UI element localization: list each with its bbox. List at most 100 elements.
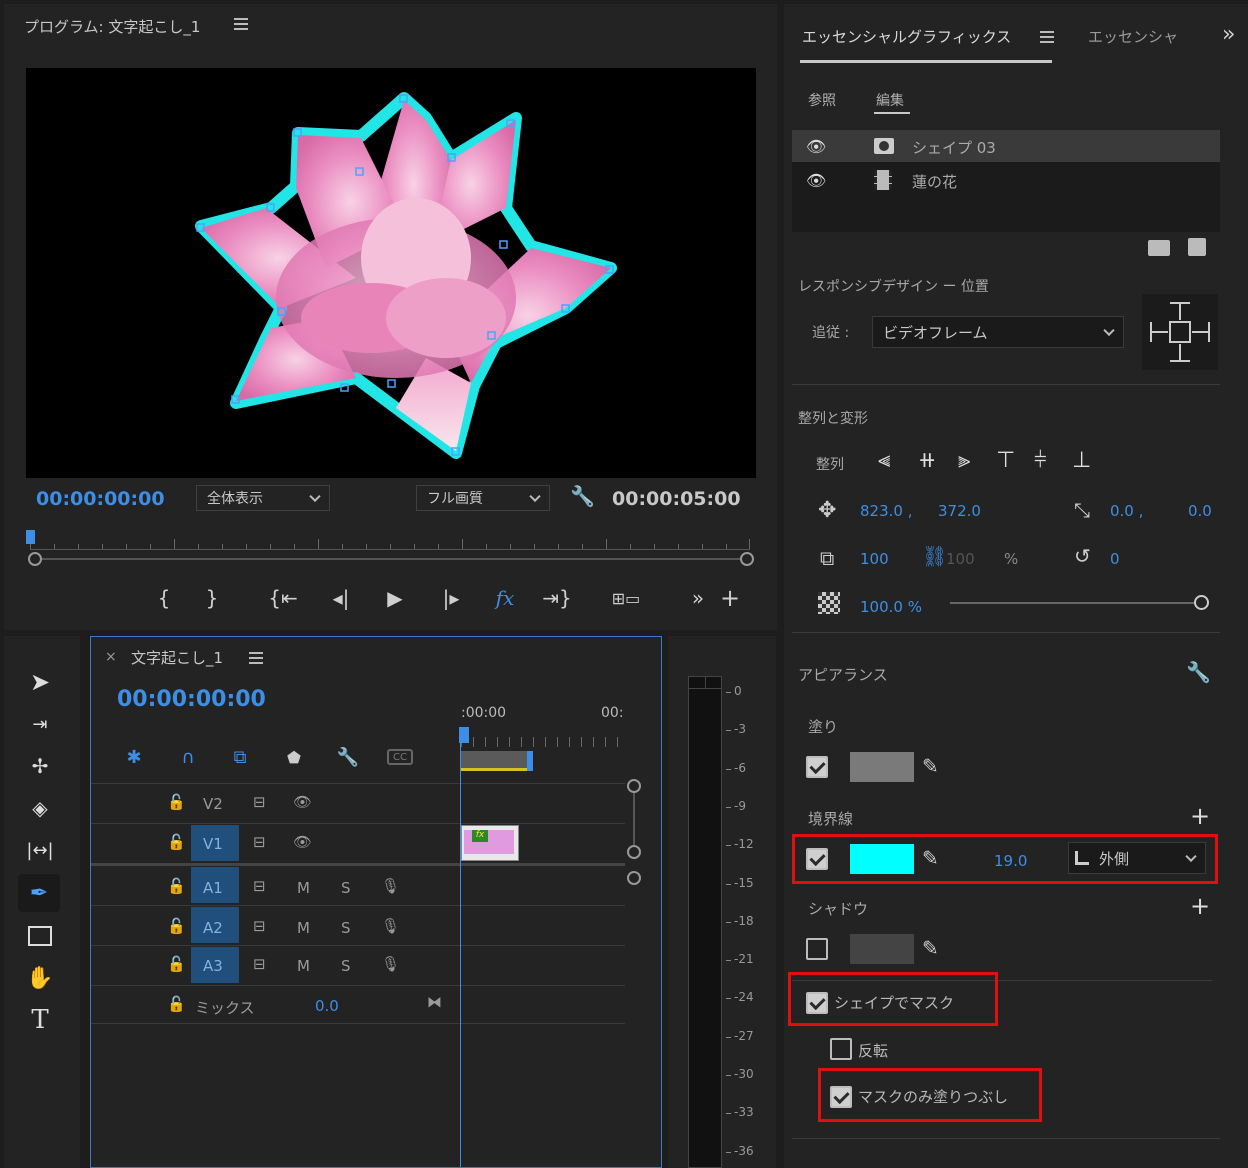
program-monitor-title[interactable]: プログラム: 文字起こし_1	[24, 16, 200, 37]
invert-checkbox[interactable]	[830, 1038, 852, 1060]
add-stroke-icon[interactable]: +	[1190, 802, 1210, 830]
invert-label[interactable]: 反転	[858, 1040, 888, 1061]
fill-color-swatch[interactable]	[850, 752, 914, 782]
zoom-handle-left[interactable]	[28, 552, 42, 566]
eye-icon[interactable]: 👁	[806, 137, 826, 156]
panel-menu-icon[interactable]	[234, 18, 248, 30]
new-layer-icon[interactable]	[1188, 238, 1206, 256]
mute-button[interactable]: M	[297, 957, 310, 975]
sync-lock-icon[interactable]: ⊟	[253, 833, 266, 851]
selection-tool-icon[interactable]: ➤	[24, 666, 56, 698]
opacity-value[interactable]: 100.0 %	[860, 598, 922, 616]
lock-icon[interactable]: 🔓	[167, 793, 186, 811]
mute-button[interactable]: M	[297, 879, 310, 897]
program-ruler[interactable]	[30, 534, 750, 550]
mix-value[interactable]: 0.0	[315, 997, 339, 1015]
step-forward-icon[interactable]: |▸	[436, 584, 466, 612]
work-area-bar[interactable]	[461, 751, 531, 771]
align-top-icon[interactable]: ⊤	[996, 448, 1015, 473]
align-center-h-icon[interactable]: ⧺	[918, 448, 936, 473]
sync-lock-icon[interactable]: ⊟	[253, 793, 266, 811]
link-icon[interactable]: ⛓	[922, 544, 947, 568]
track-v2-label[interactable]: V2	[203, 795, 223, 813]
quality-dropdown[interactable]: フル画質	[416, 485, 550, 511]
align-left-icon[interactable]: ⫷	[878, 448, 890, 473]
go-to-in-icon[interactable]: {⇤	[268, 584, 298, 612]
eye-icon[interactable]: 👁	[806, 171, 826, 190]
mix-meter-icon[interactable]: ⧓	[427, 993, 442, 1011]
track-a1-label[interactable]: A1	[203, 879, 223, 897]
sync-lock-icon[interactable]: ⊟	[253, 955, 266, 973]
settings-wrench-icon[interactable]: 🔧	[570, 484, 595, 508]
appearance-wrench-icon[interactable]: 🔧	[1186, 660, 1211, 684]
shadow-color-swatch[interactable]	[850, 934, 914, 964]
panel-menu-icon[interactable]	[1040, 31, 1054, 43]
sync-lock-icon[interactable]: ⊟	[253, 877, 266, 895]
hand-tool-icon[interactable]: ✋	[24, 962, 56, 994]
solo-button[interactable]: S	[341, 957, 351, 975]
add-button-icon[interactable]: +	[720, 584, 740, 612]
zoom-scrollbar[interactable]	[34, 558, 750, 560]
shadow-checkbox[interactable]	[806, 938, 828, 960]
sequence-tab[interactable]: 文字起こし_1	[131, 647, 223, 668]
add-shadow-icon[interactable]: +	[1190, 892, 1210, 920]
step-back-icon[interactable]: ◂|	[326, 584, 356, 612]
rectangle-tool-icon[interactable]	[24, 920, 56, 952]
layer-row-clip[interactable]: 👁 蓮の花	[792, 164, 1220, 196]
video-preview[interactable]	[26, 68, 756, 478]
mic-icon[interactable]: 🎙	[381, 917, 400, 935]
solo-button[interactable]: S	[341, 879, 351, 897]
mic-icon[interactable]: 🎙	[381, 877, 400, 895]
export-frame-icon[interactable]: ⊞▭	[608, 584, 644, 612]
shadow-eyedropper-icon[interactable]: ✎	[922, 936, 939, 960]
subtab-browse[interactable]: 参照	[808, 90, 836, 110]
track-select-tool-icon[interactable]: ⇥	[24, 708, 56, 740]
add-marker-icon[interactable]: ⬟	[281, 745, 307, 769]
subtab-edit[interactable]: 編集	[876, 90, 904, 110]
lock-icon[interactable]: 🔓	[167, 955, 186, 973]
razor-tool-icon[interactable]: ◈	[24, 792, 56, 824]
close-tab-icon[interactable]: ×	[105, 649, 117, 665]
solo-button[interactable]: S	[341, 919, 351, 937]
anchor-y[interactable]: 0.0	[1188, 502, 1212, 520]
timeline-timecode[interactable]: 00:00:00:00	[117, 687, 266, 712]
rotation-value[interactable]: 0	[1110, 550, 1120, 568]
position-y[interactable]: 372.0	[938, 502, 981, 520]
vertical-scroll-handle-mid[interactable]	[627, 845, 641, 859]
more-controls-icon[interactable]: »	[688, 584, 708, 612]
play-icon[interactable]: ▶	[380, 584, 410, 612]
ripple-edit-tool-icon[interactable]: ✢	[24, 750, 56, 782]
track-v1-label[interactable]: V1	[203, 835, 223, 853]
mic-icon[interactable]: 🎙	[381, 955, 400, 973]
pen-tool-icon[interactable]: ✒	[18, 874, 60, 912]
track-a3-label[interactable]: A3	[203, 957, 223, 975]
layer-row-shape[interactable]: 👁 シェイプ 03	[792, 130, 1220, 162]
tab-overflow-icon[interactable]: »	[1222, 22, 1235, 47]
slip-tool-icon[interactable]: |↔|	[24, 834, 56, 866]
fill-eyedropper-icon[interactable]: ✎	[922, 754, 939, 778]
zoom-dropdown[interactable]: 全体表示	[196, 485, 330, 511]
fill-checkbox[interactable]	[806, 756, 828, 778]
tab-essential-graphics[interactable]: エッセンシャルグラフィックス	[802, 26, 1011, 47]
scale-value[interactable]: 100	[860, 550, 889, 568]
current-timecode[interactable]: 00:00:00:00	[36, 488, 165, 510]
timeline-settings-icon[interactable]: 🔧	[335, 745, 361, 769]
type-tool-icon[interactable]: T	[24, 1004, 56, 1036]
eye-icon[interactable]: 👁	[293, 833, 312, 851]
linked-selection-icon[interactable]: ⧉	[227, 745, 253, 769]
opacity-slider-handle[interactable]	[1194, 595, 1209, 610]
captions-icon[interactable]: CC	[387, 749, 413, 765]
lock-icon[interactable]: 🔓	[167, 995, 186, 1013]
nest-icon[interactable]: ✱	[121, 745, 147, 769]
vertical-scroll-handle-top[interactable]	[627, 779, 641, 793]
lock-icon[interactable]: 🔓	[167, 917, 186, 935]
playhead-marker[interactable]	[26, 530, 35, 544]
eye-icon[interactable]: 👁	[293, 793, 312, 811]
mark-in-icon[interactable]: {	[154, 584, 174, 612]
tab-essential-sound[interactable]: エッセンシャ	[1088, 26, 1178, 47]
mark-out-icon[interactable]: }	[202, 584, 222, 612]
new-group-folder-icon[interactable]	[1148, 240, 1170, 256]
track-a2-label[interactable]: A2	[203, 919, 223, 937]
lock-icon[interactable]: 🔓	[167, 833, 186, 851]
opacity-slider[interactable]	[950, 602, 1198, 604]
